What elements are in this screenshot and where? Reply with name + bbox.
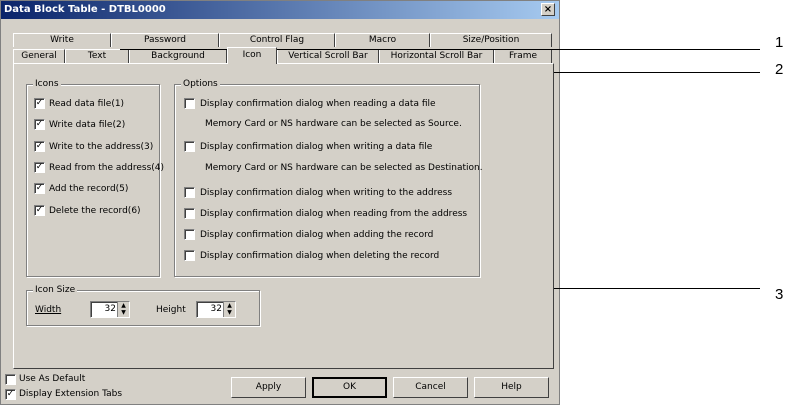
callout-3: 3 bbox=[775, 286, 784, 303]
add-record-checkbox[interactable]: ✓ bbox=[34, 183, 45, 194]
confirm-add-record-checkbox[interactable] bbox=[184, 229, 195, 240]
callout-2: 2 bbox=[775, 61, 784, 78]
confirm-add-record-label: Display confirmation dialog when adding … bbox=[200, 230, 434, 240]
source-note: Memory Card or NS hardware can be select… bbox=[205, 119, 462, 129]
write-to-address-checkbox[interactable]: ✓ bbox=[34, 141, 45, 152]
confirm-delete-record-checkbox[interactable] bbox=[184, 250, 195, 261]
add-record-label: Add the record(5) bbox=[49, 184, 129, 194]
destination-note: Memory Card or NS hardware can be select… bbox=[205, 163, 483, 173]
ok-button[interactable]: OK bbox=[312, 377, 387, 398]
icon-size-title: Icon Size bbox=[33, 284, 78, 296]
title-bar: Data Block Table - DTBL0000 × bbox=[1, 1, 559, 19]
callout-1: 1 bbox=[775, 34, 784, 51]
confirm-read-address-label: Display confirmation dialog when reading… bbox=[200, 209, 468, 219]
confirm-write-file-label: Display confirmation dialog when writing… bbox=[200, 142, 433, 152]
window-title: Data Block Table - DTBL0000 bbox=[4, 4, 166, 15]
width-spinner[interactable]: 32 ▲ ▼ bbox=[90, 301, 130, 318]
delete-record-label: Delete the record(6) bbox=[49, 206, 141, 216]
confirm-write-address-checkbox[interactable] bbox=[184, 187, 195, 198]
apply-button[interactable]: Apply bbox=[231, 377, 306, 398]
confirm-delete-record-label: Display confirmation dialog when deletin… bbox=[200, 251, 440, 261]
confirm-read-address-checkbox[interactable] bbox=[184, 208, 195, 219]
height-spin-arrows-icon[interactable]: ▲ ▼ bbox=[223, 302, 235, 317]
tab-size-position[interactable]: Size/Position bbox=[430, 33, 552, 47]
height-spinner[interactable]: 32 ▲ ▼ bbox=[196, 301, 236, 318]
write-to-address-label: Write to the address(3) bbox=[49, 142, 154, 152]
options-group: Options Display confirmation dialog when… bbox=[174, 78, 483, 277]
tab-general[interactable]: General bbox=[13, 49, 65, 63]
tab-password[interactable]: Password bbox=[111, 33, 219, 47]
display-ext-tabs-label: Display Extension Tabs bbox=[19, 389, 123, 399]
cancel-button[interactable]: Cancel bbox=[393, 377, 468, 398]
use-as-default-label: Use As Default bbox=[19, 374, 86, 384]
width-value: 32 bbox=[104, 304, 116, 314]
read-data-file-checkbox[interactable]: ✓ bbox=[34, 98, 45, 109]
height-value: 32 bbox=[210, 304, 222, 314]
read-data-file-label: Read data file(1) bbox=[49, 99, 125, 109]
confirm-write-file-checkbox[interactable] bbox=[184, 141, 195, 152]
callout-line-1 bbox=[120, 49, 760, 50]
tab-vertical-scroll-bar[interactable]: Vertical Scroll Bar bbox=[277, 49, 379, 63]
tab-icon[interactable]: Icon bbox=[227, 47, 277, 64]
write-data-file-checkbox[interactable]: ✓ bbox=[34, 119, 45, 130]
use-as-default-checkbox[interactable] bbox=[5, 374, 16, 385]
tab-panel-icon: Icons ✓ Read data file(1) ✓ Write data f… bbox=[13, 63, 554, 369]
icons-group: Icons ✓ Read data file(1) ✓ Write data f… bbox=[26, 78, 164, 277]
close-button[interactable]: × bbox=[541, 3, 555, 16]
dialog-window: Data Block Table - DTBL0000 × Write Pass… bbox=[0, 0, 560, 405]
tab-background[interactable]: Background bbox=[129, 49, 227, 63]
tab-control-flag[interactable]: Control Flag bbox=[219, 33, 335, 47]
confirm-write-address-label: Display confirmation dialog when writing… bbox=[200, 188, 453, 198]
width-label: Width bbox=[35, 305, 62, 315]
tab-text[interactable]: Text bbox=[65, 49, 129, 63]
delete-record-checkbox[interactable]: ✓ bbox=[34, 205, 45, 216]
read-from-address-checkbox[interactable]: ✓ bbox=[34, 162, 45, 173]
help-button[interactable]: Help bbox=[474, 377, 549, 398]
read-from-address-label: Read from the address(4) bbox=[49, 163, 165, 173]
options-group-title: Options bbox=[181, 78, 220, 90]
icon-size-group: Icon Size Width 32 ▲ ▼ Height 32 ▲ ▼ bbox=[26, 284, 260, 326]
icons-group-title: Icons bbox=[33, 78, 61, 90]
write-data-file-label: Write data file(2) bbox=[49, 120, 126, 130]
tab-frame[interactable]: Frame bbox=[494, 49, 552, 63]
width-spin-arrows-icon[interactable]: ▲ ▼ bbox=[117, 302, 129, 317]
confirm-read-file-label: Display confirmation dialog when reading… bbox=[200, 99, 436, 109]
display-ext-tabs-checkbox[interactable]: ✓ bbox=[5, 389, 16, 400]
confirm-read-file-checkbox[interactable] bbox=[184, 98, 195, 109]
height-label: Height bbox=[156, 305, 186, 315]
tab-write[interactable]: Write bbox=[13, 33, 111, 47]
tab-horizontal-scroll-bar[interactable]: Horizontal Scroll Bar bbox=[379, 49, 494, 63]
tab-macro[interactable]: Macro bbox=[335, 33, 430, 47]
